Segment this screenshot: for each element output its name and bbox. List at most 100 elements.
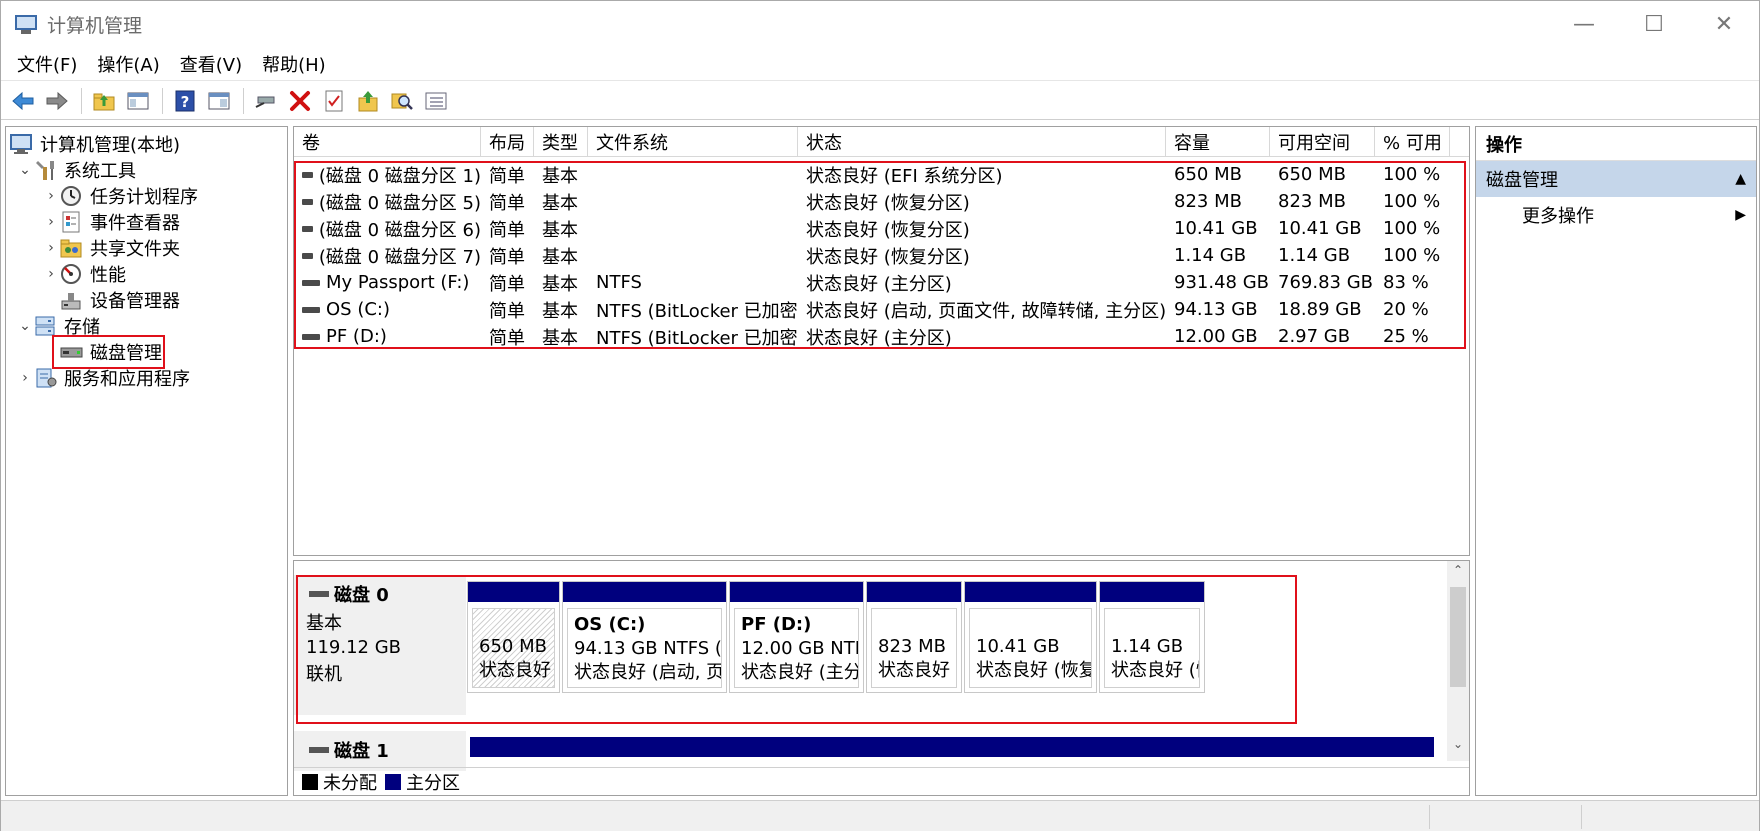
up-folder-icon: [93, 93, 115, 110]
forward-button[interactable]: [41, 86, 73, 116]
window-title: 计算机管理: [47, 14, 143, 37]
tree-label: 性能: [90, 265, 126, 286]
tree-item-performance[interactable]: › 性能: [42, 261, 126, 287]
minimize-icon: —: [1573, 11, 1595, 37]
actions-section-disk-management[interactable]: 磁盘管理 ▲: [1476, 161, 1756, 197]
delete-button[interactable]: [284, 86, 316, 116]
chevron-right-icon[interactable]: ›: [42, 214, 60, 230]
disk1-info[interactable]: 磁盘 1: [294, 731, 466, 771]
list-icon: [425, 92, 447, 109]
column-header-type[interactable]: 类型: [534, 127, 588, 157]
column-header-status[interactable]: 状态: [798, 127, 1166, 157]
column-header-layout[interactable]: 布局: [481, 127, 534, 157]
maximize-button[interactable]: ☐: [1619, 1, 1689, 47]
tree-label: 设备管理器: [90, 291, 180, 312]
tree-item-device-manager[interactable]: 设备管理器: [60, 287, 180, 313]
minimize-button[interactable]: —: [1549, 1, 1619, 47]
status-bar-divider: [1429, 805, 1430, 829]
svg-text:?: ?: [181, 93, 190, 111]
primary-partition-swatch: [385, 773, 401, 790]
chevron-right-icon[interactable]: ›: [42, 266, 60, 282]
delete-icon: [290, 90, 310, 111]
show-hide-tree-button[interactable]: [122, 86, 154, 116]
actions-section-label: 磁盘管理: [1486, 170, 1558, 191]
disk1-partition-bar[interactable]: [470, 737, 1434, 757]
actions-pane: 操作 磁盘管理 ▲ 更多操作 ▶: [1475, 126, 1757, 796]
legend-unallocated-label: 未分配: [323, 772, 377, 794]
up-level-button[interactable]: [88, 86, 120, 116]
shared-folder-icon: [60, 237, 84, 259]
tree-item-computer-management[interactable]: 计算机管理(本地): [10, 131, 180, 157]
forward-arrow-icon: [46, 91, 68, 110]
find-button[interactable]: [386, 86, 418, 116]
volume-list-header: 卷 布局 类型 文件系统 状态 容量 可用空间 % 可用: [294, 127, 1469, 157]
disk-drive-icon: [309, 747, 329, 753]
disk-map-scrollbar[interactable]: ⌃ ⌄: [1447, 561, 1469, 761]
tree-item-services-apps[interactable]: › 服务和应用程序: [16, 365, 190, 391]
list-view-button[interactable]: [420, 86, 452, 116]
chevron-right-icon[interactable]: ›: [42, 188, 60, 204]
menu-view[interactable]: 查看(V): [170, 51, 252, 77]
console-tree-pane: 计算机管理(本地) ⌄ 系统工具 › 任务计划程序 › 事件查看器 › 共享文件…: [5, 126, 288, 796]
tree-item-system-tools[interactable]: ⌄ 系统工具: [16, 157, 136, 183]
back-button[interactable]: [7, 86, 39, 116]
tree-item-event-viewer[interactable]: › 事件查看器: [42, 209, 180, 235]
tools-icon: [34, 159, 58, 181]
volume-list-pane: 卷 布局 类型 文件系统 状态 容量 可用空间 % 可用 (磁盘 0 磁盘分区 …: [293, 126, 1470, 556]
chevron-right-icon[interactable]: ›: [16, 370, 34, 386]
event-viewer-icon: [60, 211, 84, 233]
tree-label: 任务计划程序: [90, 187, 198, 208]
title-bar[interactable]: 计算机管理 — ☐ ✕: [1, 1, 1759, 47]
performance-icon: [60, 263, 84, 285]
scroll-up-icon[interactable]: ⌃: [1447, 563, 1469, 583]
status-bar-divider: [1581, 805, 1582, 829]
legend-primary-label: 主分区: [406, 772, 460, 794]
toolbar-separator: [243, 87, 244, 114]
close-button[interactable]: ✕: [1689, 1, 1759, 47]
properties-view-button[interactable]: [203, 86, 235, 116]
disk1-title-row: 磁盘 1: [294, 731, 466, 763]
show-hide-console-tree-icon: [127, 92, 149, 109]
disk1-title: 磁盘 1: [334, 741, 389, 762]
menu-help[interactable]: 帮助(H): [252, 51, 336, 77]
properties-button[interactable]: [318, 86, 350, 116]
column-header-volume[interactable]: 卷: [294, 127, 481, 157]
connect-button[interactable]: [250, 86, 282, 116]
column-header-percent-free[interactable]: % 可用: [1375, 127, 1450, 157]
properties-view-icon: [208, 92, 230, 109]
export-list-button[interactable]: [352, 86, 384, 116]
tree-label: 事件查看器: [90, 213, 180, 234]
disk-map-pane: 磁盘 0 基本 119.12 GB 联机 650 MB状态良好 (OS (C:)…: [293, 560, 1470, 796]
computer-management-app-icon: [15, 13, 39, 35]
volume-list-highlight-box: [294, 161, 1466, 349]
chevron-down-icon[interactable]: ⌄: [16, 318, 34, 334]
services-apps-icon: [34, 367, 58, 389]
help-button[interactable]: ?: [169, 86, 201, 116]
chevron-down-icon[interactable]: ⌄: [16, 162, 34, 178]
column-header-capacity[interactable]: 容量: [1166, 127, 1270, 157]
column-header-free-space[interactable]: 可用空间: [1270, 127, 1375, 157]
scroll-down-icon[interactable]: ⌄: [1447, 737, 1469, 757]
more-actions-item[interactable]: 更多操作 ▶: [1476, 197, 1756, 233]
disk-management-highlight-box: [52, 335, 165, 369]
close-icon: ✕: [1714, 11, 1734, 37]
chevron-right-icon[interactable]: ›: [42, 240, 60, 256]
clock-icon: [60, 185, 84, 207]
disk-map-legend: 未分配 主分区: [294, 767, 1469, 795]
submenu-arrow-icon: ▶: [1735, 207, 1746, 223]
disk0-highlight-box: [296, 575, 1297, 724]
tree-item-shared-folders[interactable]: › 共享文件夹: [42, 235, 180, 261]
toolbar-separator: [81, 87, 82, 114]
menu-file[interactable]: 文件(F): [7, 51, 87, 77]
menu-action[interactable]: 操作(A): [87, 51, 169, 77]
scrollbar-thumb[interactable]: [1450, 587, 1466, 687]
back-arrow-icon: [12, 91, 34, 110]
more-actions-label: 更多操作: [1522, 206, 1594, 227]
search-icon: [391, 93, 413, 110]
status-bar: [1, 800, 1759, 831]
toolbar-separator: [162, 87, 163, 114]
tree-label: 共享文件夹: [90, 239, 180, 260]
column-header-filesystem[interactable]: 文件系统: [588, 127, 798, 157]
tree-item-task-scheduler[interactable]: › 任务计划程序: [42, 183, 198, 209]
collapse-up-icon[interactable]: ▲: [1735, 171, 1746, 187]
